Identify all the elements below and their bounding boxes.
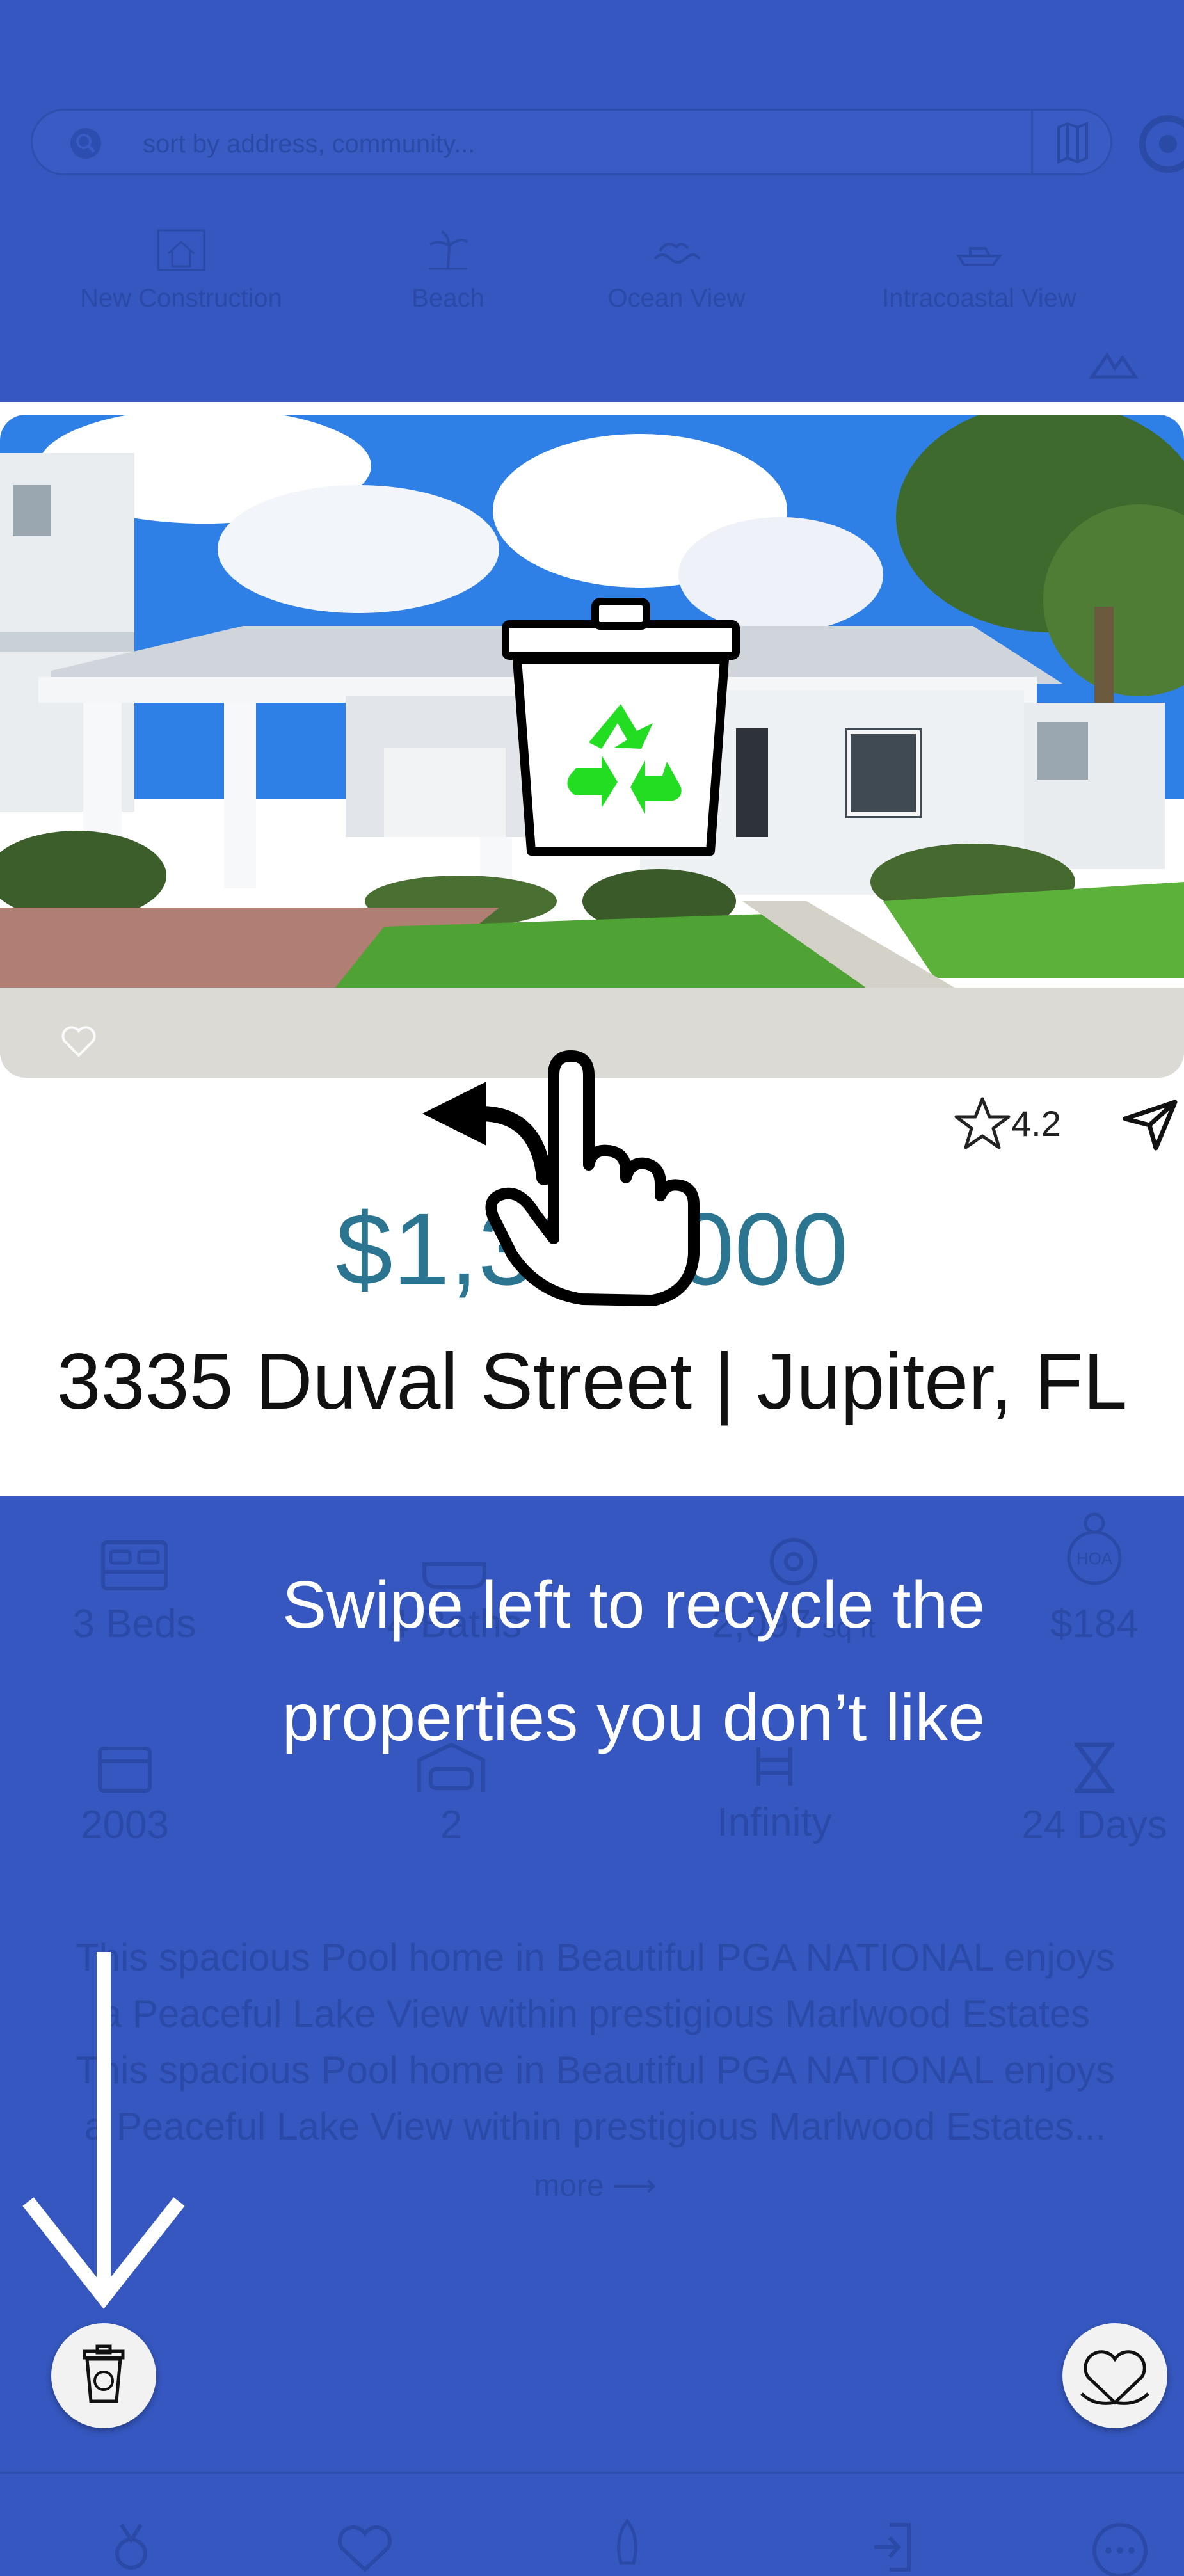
category-label: Intracoastal View bbox=[882, 284, 1076, 312]
stat-beds: 3 Beds bbox=[38, 1536, 230, 1647]
swipe-hand-icon bbox=[422, 1050, 700, 1306]
favorites-hands-heart-button[interactable] bbox=[1062, 2323, 1167, 2428]
header: sort by address, community... New Constr… bbox=[0, 0, 1184, 402]
boat-icon bbox=[956, 247, 1002, 266]
category-beach[interactable]: Beach bbox=[384, 228, 512, 313]
tutorial-line-1: Swipe left to recycle the bbox=[282, 1568, 986, 1642]
stat-value: 3 Beds bbox=[72, 1602, 196, 1646]
search-icon bbox=[70, 128, 101, 159]
stat-value: 2 bbox=[440, 1803, 463, 1847]
medal-icon[interactable] bbox=[109, 2518, 154, 2576]
more-label: more bbox=[534, 2169, 604, 2203]
bed-icon bbox=[101, 1540, 168, 1590]
bottom-navigation bbox=[0, 2472, 1184, 2576]
category-label: Beach bbox=[412, 284, 484, 312]
map-view-button[interactable] bbox=[1031, 111, 1110, 173]
rating: 4.2 bbox=[954, 1096, 1061, 1150]
category-ocean-view[interactable]: Ocean View bbox=[584, 228, 769, 313]
category-new-construction[interactable]: New Construction bbox=[56, 228, 306, 313]
stat-value: 24 Days bbox=[1021, 1803, 1167, 1847]
category-label: Ocean View bbox=[607, 284, 746, 312]
chat-icon[interactable] bbox=[1088, 2518, 1152, 2576]
wave-icon bbox=[653, 243, 701, 264]
stat-value: $184 bbox=[1050, 1602, 1139, 1646]
hoa-icon: HOA bbox=[1067, 1512, 1122, 1585]
heart-icon[interactable] bbox=[61, 1026, 97, 1058]
recycle-bin-icon bbox=[502, 598, 740, 856]
tutorial-line-2: properties you don’t like bbox=[282, 1681, 986, 1755]
tutorial-message: Swipe left to recycle the properties you… bbox=[211, 1549, 1056, 1774]
stat-value: 2003 bbox=[81, 1803, 169, 1847]
stat-value: Infinity bbox=[717, 1800, 832, 1844]
house-icon bbox=[157, 229, 205, 271]
location-target-icon[interactable] bbox=[1133, 109, 1184, 179]
share-icon[interactable] bbox=[1121, 1100, 1179, 1151]
recycle-bin-small-icon bbox=[83, 2344, 125, 2403]
search-bar[interactable]: sort by address, community... bbox=[31, 109, 1112, 175]
login-icon[interactable] bbox=[870, 2518, 915, 2576]
property-description: This spacious Pool home in Beautiful PGA… bbox=[70, 1930, 1120, 2214]
category-intracoastal-view[interactable]: Intracoastal View bbox=[851, 228, 1107, 313]
star-icon[interactable] bbox=[954, 1096, 1011, 1150]
category-label: New Construction bbox=[80, 284, 282, 312]
stat-year-built: 2003 bbox=[38, 1741, 211, 1848]
rating-value: 4.2 bbox=[1011, 1103, 1061, 1144]
down-arrow-icon bbox=[22, 1952, 185, 2309]
map-icon bbox=[1057, 121, 1088, 164]
listing-address: 3335 Duval Street | Jupiter, FL bbox=[56, 1338, 1128, 1426]
search-input[interactable]: sort by address, community... bbox=[143, 130, 475, 159]
hands-heart-nav-icon[interactable] bbox=[333, 2518, 397, 2576]
rocket-icon[interactable] bbox=[608, 2518, 646, 2576]
property-card[interactable]: 4.2 $1,395,000 3335 Duval Street | Jupit… bbox=[0, 402, 1184, 1496]
calendar-icon bbox=[98, 1747, 152, 1793]
description-text: This spacious Pool home in Beautiful PGA… bbox=[75, 1936, 1116, 2148]
hourglass-icon bbox=[1075, 1742, 1114, 1793]
filter-icon[interactable] bbox=[1088, 349, 1139, 381]
palm-tree-icon bbox=[429, 230, 468, 270]
recycle-bin-button[interactable] bbox=[51, 2323, 156, 2428]
more-link[interactable]: more ⟶ bbox=[534, 2169, 657, 2203]
svg-text:HOA: HOA bbox=[1076, 1549, 1113, 1568]
hands-heart-icon bbox=[1080, 2350, 1149, 2405]
